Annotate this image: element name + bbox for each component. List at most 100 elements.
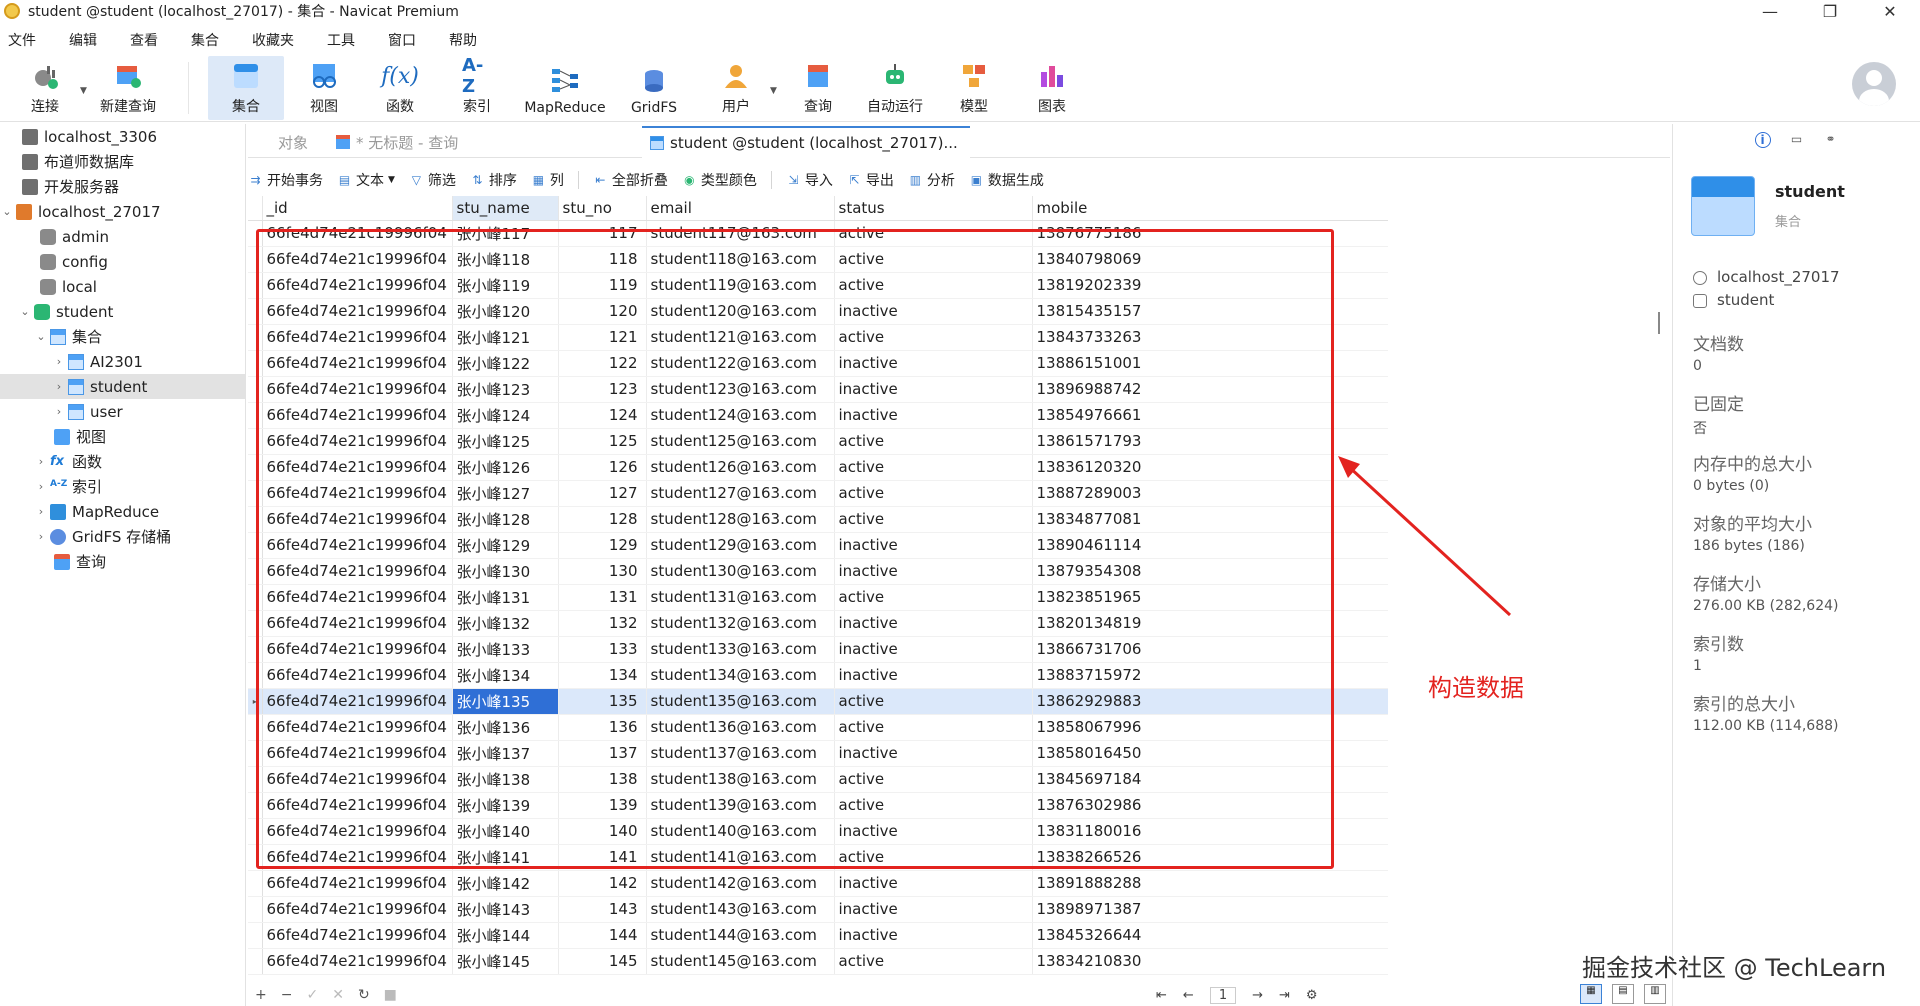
- cell-status[interactable]: active: [834, 272, 1033, 299]
- chevron-right-icon[interactable]: ›: [34, 505, 48, 518]
- cell-stu-name[interactable]: 张小峰125: [452, 428, 559, 455]
- dependency-icon[interactable]: ⚭: [1823, 132, 1839, 148]
- cell-mobile[interactable]: 13891888288: [1032, 870, 1388, 897]
- row-header[interactable]: [248, 402, 263, 429]
- tree-item-student-db[interactable]: ⌄ student: [0, 299, 245, 324]
- cell-id[interactable]: 66fe4d74e21c19996f04: [262, 376, 453, 403]
- table-row[interactable]: 66fe4d74e21c19996f04 张小峰140 140 student140@…: [248, 818, 1388, 845]
- cell-id[interactable]: 66fe4d74e21c19996f04: [262, 844, 453, 871]
- cell-stu-name[interactable]: 张小峰120: [452, 298, 559, 325]
- chevron-down-icon[interactable]: ⌄: [0, 205, 14, 218]
- menu-window[interactable]: 窗口: [380, 30, 425, 50]
- table-row[interactable]: 66fe4d74e21c19996f04 张小峰125 125 student125@…: [248, 428, 1388, 455]
- cell-stu-name[interactable]: 张小峰134: [452, 662, 559, 689]
- row-header[interactable]: [248, 454, 263, 481]
- cell-stu-name[interactable]: 张小峰137: [452, 740, 559, 767]
- tab-untitled-query[interactable]: * 无标题 - 查询: [336, 126, 458, 158]
- tree-item-student-collection[interactable]: › student: [0, 374, 245, 399]
- table-row[interactable]: 66fe4d74e21c19996f04 张小峰119 119 student119@…: [248, 272, 1388, 299]
- tree-item-indexes[interactable]: › A-Z 索引: [0, 474, 245, 499]
- cell-status[interactable]: active: [834, 428, 1033, 455]
- row-header[interactable]: [248, 922, 263, 949]
- cell-stu-no[interactable]: 121: [558, 324, 647, 351]
- cell-email[interactable]: student132@163.com: [646, 610, 835, 637]
- cell-status[interactable]: active: [834, 506, 1033, 533]
- cell-id[interactable]: 66fe4d74e21c19996f04: [262, 792, 453, 819]
- analyze-button[interactable]: ▥ 分析: [908, 170, 955, 190]
- cell-status[interactable]: inactive: [834, 298, 1033, 325]
- chevron-right-icon[interactable]: ›: [52, 405, 66, 418]
- cell-stu-no[interactable]: 123: [558, 376, 647, 403]
- cell-mobile[interactable]: 13854976661: [1032, 402, 1388, 429]
- chevron-right-icon[interactable]: ›: [34, 530, 48, 543]
- row-header[interactable]: [248, 636, 263, 663]
- cell-mobile[interactable]: 13845697184: [1032, 766, 1388, 793]
- tree-item-ai2301[interactable]: › AI2301: [0, 349, 245, 374]
- cell-stu-name[interactable]: 张小峰140: [452, 818, 559, 845]
- cell-stu-no[interactable]: 141: [558, 844, 647, 871]
- cell-stu-name[interactable]: 张小峰136: [452, 714, 559, 741]
- json-view-icon[interactable]: ▥: [1644, 984, 1666, 1004]
- new-query-button[interactable]: 新建查询: [96, 56, 160, 120]
- function-button[interactable]: f(x) 函数: [376, 56, 424, 120]
- cell-stu-name[interactable]: 张小峰131: [452, 584, 559, 611]
- cell-id[interactable]: 66fe4d74e21c19996f04: [262, 896, 453, 923]
- apply-button[interactable]: ✓: [306, 987, 318, 1003]
- table-row[interactable]: 66fe4d74e21c19996f04 张小峰139 139 student139@…: [248, 792, 1388, 819]
- row-header[interactable]: [248, 558, 263, 585]
- table-row[interactable]: 66fe4d74e21c19996f04 张小峰136 136 student136@…: [248, 714, 1388, 741]
- tree-item-local[interactable]: local: [0, 274, 245, 299]
- delete-record-button[interactable]: −: [281, 987, 293, 1003]
- tab-objects[interactable]: 对象: [278, 126, 308, 158]
- table-row[interactable]: 66fe4d74e21c19996f04 张小峰127 127 student127@…: [248, 480, 1388, 507]
- cell-email[interactable]: student117@163.com: [646, 220, 835, 247]
- table-row[interactable]: 66fe4d74e21c19996f04 张小峰121 121 student121@…: [248, 324, 1388, 351]
- cell-email[interactable]: student139@163.com: [646, 792, 835, 819]
- cell-email[interactable]: student140@163.com: [646, 818, 835, 845]
- collection-button[interactable]: 集合: [208, 56, 284, 120]
- menu-view[interactable]: 查看: [122, 30, 167, 50]
- columns-button[interactable]: ▦ 列: [531, 170, 564, 190]
- cell-stu-no[interactable]: 126: [558, 454, 647, 481]
- user-dropdown-icon[interactable]: ▼: [770, 86, 777, 96]
- collapse-all-button[interactable]: ⇤ 全部折叠: [593, 170, 668, 190]
- table-row[interactable]: 66fe4d74e21c19996f04 张小峰138 138 student138@…: [248, 766, 1388, 793]
- table-row[interactable]: 66fe4d74e21c19996f04 张小峰124 124 student124@…: [248, 402, 1388, 429]
- minimize-button[interactable]: —: [1740, 0, 1800, 22]
- menu-edit[interactable]: 编辑: [61, 30, 106, 50]
- cell-mobile[interactable]: 13890461114: [1032, 532, 1388, 559]
- model-button[interactable]: 模型: [952, 56, 996, 120]
- index-button[interactable]: A-Z 索引: [454, 55, 500, 120]
- cell-mobile[interactable]: 13836120320: [1032, 454, 1388, 481]
- cell-stu-name[interactable]: 张小峰145: [452, 948, 559, 975]
- table-row[interactable]: 66fe4d74e21c19996f04 张小峰130 130 student130@…: [248, 558, 1388, 585]
- table-row[interactable]: 66fe4d74e21c19996f04 张小峰126 126 student126@…: [248, 454, 1388, 481]
- cell-stu-no[interactable]: 138: [558, 766, 647, 793]
- row-header[interactable]: [248, 896, 263, 923]
- table-row[interactable]: 66fe4d74e21c19996f04 张小峰145 145 student145@…: [248, 948, 1388, 975]
- cell-email[interactable]: student119@163.com: [646, 272, 835, 299]
- menu-favorites[interactable]: 收藏夹: [244, 30, 303, 50]
- begin-transaction-button[interactable]: ⇉ 开始事务: [248, 170, 323, 190]
- data-generation-button[interactable]: ▣ 数据生成: [969, 170, 1044, 190]
- cell-id[interactable]: 66fe4d74e21c19996f04: [262, 818, 453, 845]
- cell-mobile[interactable]: 13887289003: [1032, 480, 1388, 507]
- cell-id[interactable]: 66fe4d74e21c19996f04: [262, 636, 453, 663]
- last-page-button[interactable]: ⇥: [1279, 988, 1290, 1003]
- table-row[interactable]: 66fe4d74e21c19996f04 张小峰143 143 student143@…: [248, 896, 1388, 923]
- cell-stu-no[interactable]: 130: [558, 558, 647, 585]
- cell-stu-no[interactable]: 120: [558, 298, 647, 325]
- cell-id[interactable]: 66fe4d74e21c19996f04: [262, 740, 453, 767]
- table-row[interactable]: 66fe4d74e21c19996f04 张小峰117 117 student117@…: [248, 220, 1388, 247]
- cell-mobile[interactable]: 13858067996: [1032, 714, 1388, 741]
- cell-stu-no[interactable]: 139: [558, 792, 647, 819]
- cell-email[interactable]: student120@163.com: [646, 298, 835, 325]
- cell-mobile[interactable]: 13819202339: [1032, 272, 1388, 299]
- table-row[interactable]: 66fe4d74e21c19996f04 张小峰120 120 student120@…: [248, 298, 1388, 325]
- cell-mobile[interactable]: 13876775186: [1032, 220, 1388, 247]
- cell-stu-name[interactable]: 张小峰138: [452, 766, 559, 793]
- chevron-right-icon[interactable]: ›: [52, 355, 66, 368]
- chevron-right-icon[interactable]: ›: [52, 380, 66, 393]
- row-header[interactable]: [248, 532, 263, 559]
- cell-mobile[interactable]: 13815435157: [1032, 298, 1388, 325]
